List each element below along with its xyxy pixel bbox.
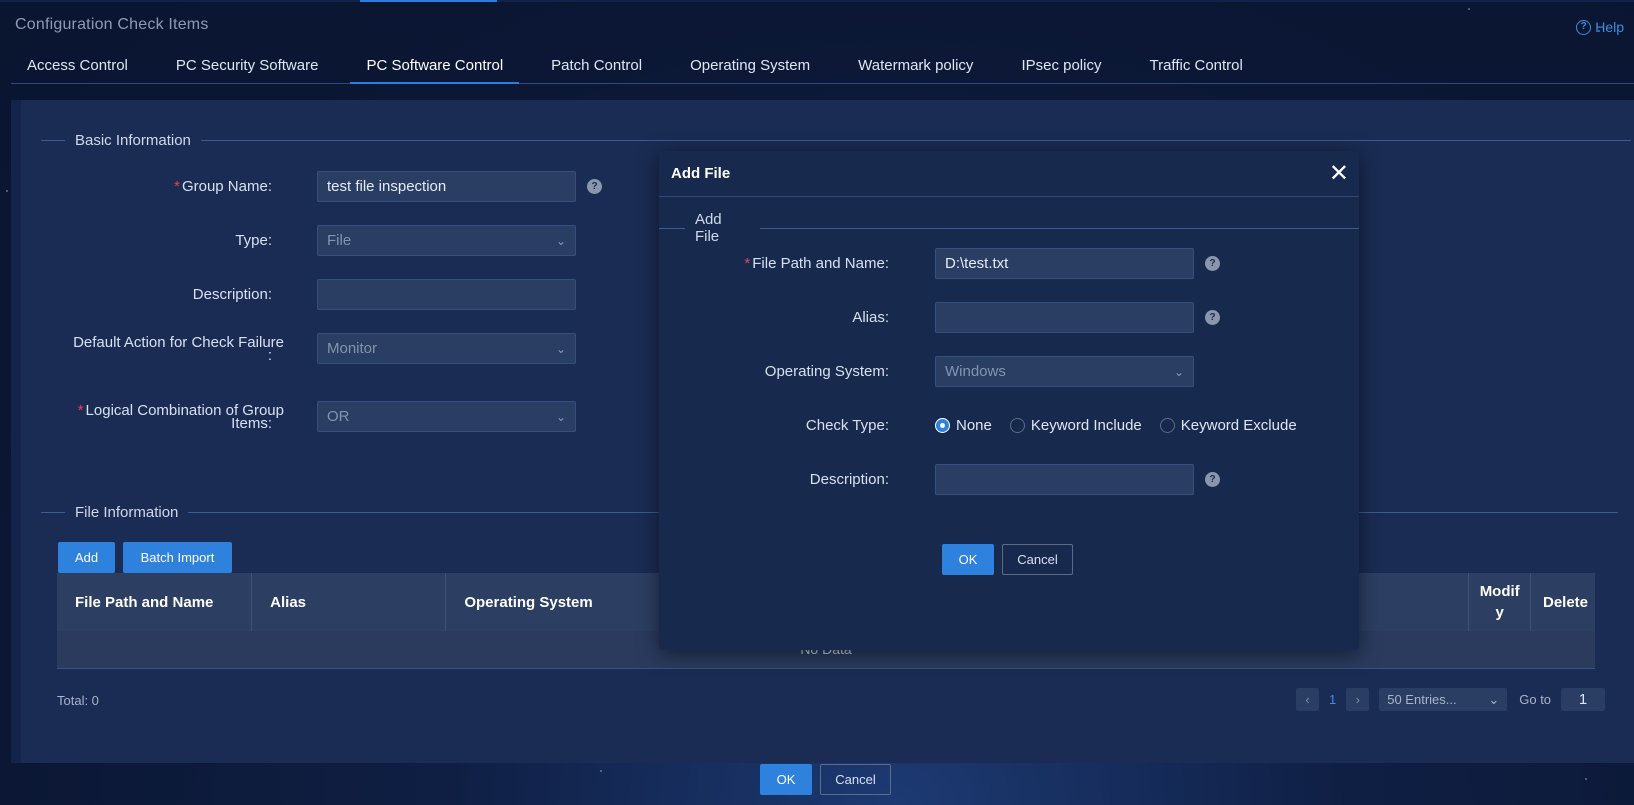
group-name-row: * Group Name: test file inspection ? — [40, 171, 602, 202]
group-name-field[interactable]: test file inspection — [317, 171, 576, 202]
modal-description-row: Description: ? — [659, 464, 1220, 495]
star-decoration — [1585, 778, 1587, 780]
prev-page-button[interactable]: ‹ — [1296, 688, 1319, 711]
basic-info-section: Basic Information — [41, 132, 1631, 149]
tab-traffic-control[interactable]: Traffic Control — [1133, 52, 1258, 84]
pagination: ‹ 1 › 50 Entries... ⌄ Go to 1 — [1296, 688, 1606, 711]
tab-watermark-policy[interactable]: Watermark policy — [842, 52, 989, 84]
tab-pc-software-control[interactable]: PC Software Control — [350, 52, 520, 84]
description-field[interactable] — [317, 279, 576, 310]
add-file-section: Add File — [659, 211, 1359, 245]
radio-indicator — [1009, 418, 1025, 433]
default-action-row: Default Action for Check Failure : Monit… — [40, 333, 576, 364]
group-name-label: * Group Name: — [174, 178, 272, 195]
tab-operating-system[interactable]: Operating System — [674, 52, 826, 84]
description-row: Description: — [40, 279, 576, 310]
check-type-row: Check Type: None Keyword Include Keyword… — [659, 410, 1315, 441]
tab-bar: Access Control PC Security Software PC S… — [11, 52, 1634, 84]
group-name-help-icon[interactable]: ? — [587, 179, 602, 194]
radio-indicator-selected — [935, 418, 950, 433]
os-select[interactable]: Windows ⌄ — [935, 356, 1194, 387]
page-size-select[interactable]: 50 Entries... ⌄ — [1379, 688, 1508, 711]
logical-combination-label: * Logical Combination of Group Items: — [77, 401, 284, 432]
add-file-section-title: Add File — [694, 211, 722, 245]
column-alias: Alias — [252, 573, 447, 631]
help-link[interactable]: ? Help — [1576, 19, 1624, 35]
logical-combination-value: OR — [327, 408, 350, 425]
star-decoration — [6, 190, 8, 192]
star-decoration — [600, 770, 602, 772]
basic-info-title: Basic Information — [75, 132, 191, 149]
ok-button[interactable]: OK — [760, 764, 812, 795]
os-row: Operating System: Windows ⌄ — [659, 356, 1194, 387]
modal-description-field[interactable] — [935, 464, 1194, 495]
top-accent-line — [0, 0, 1634, 2]
default-action-select[interactable]: Monitor ⌄ — [317, 333, 576, 364]
description-label: Description: — [192, 286, 272, 303]
chevron-down-icon: ⌄ — [555, 409, 566, 424]
tab-pc-security-software[interactable]: PC Security Software — [160, 52, 335, 84]
type-label: Type: — [235, 232, 272, 249]
file-path-row: * File Path and Name: D:\test.txt ? — [659, 248, 1220, 279]
help-icon: ? — [1576, 19, 1592, 35]
os-value: Windows — [945, 363, 1006, 380]
file-info-title: File Information — [75, 504, 179, 521]
tab-ipsec-policy[interactable]: IPsec policy — [1005, 52, 1117, 84]
modal-description-label: Description: — [809, 471, 889, 488]
star-decoration — [1468, 8, 1470, 10]
dialog-header: Add File ✕ — [659, 151, 1359, 197]
type-row: Type: File ⌄ — [40, 225, 576, 256]
logical-combination-select[interactable]: OR ⌄ — [317, 401, 576, 432]
alias-label: Alias: — [852, 309, 889, 326]
default-action-label: Default Action for Check Failure : — [73, 333, 284, 364]
dialog-ok-button[interactable]: OK — [942, 544, 994, 575]
add-button[interactable]: Add — [58, 542, 115, 573]
alias-field[interactable] — [935, 302, 1194, 333]
alias-help-icon[interactable]: ? — [1205, 310, 1220, 325]
logical-combination-row: * Logical Combination of Group Items: OR … — [40, 401, 576, 432]
batch-import-button[interactable]: Batch Import — [123, 542, 232, 573]
current-page[interactable]: 1 — [1329, 692, 1336, 707]
file-path-label: * File Path and Name: — [744, 255, 889, 272]
type-value: File — [327, 232, 352, 249]
page-title: Configuration Check Items — [15, 16, 209, 33]
close-icon[interactable]: ✕ — [1329, 159, 1349, 188]
type-select[interactable]: File ⌄ — [317, 225, 576, 256]
dialog-title: Add File — [671, 165, 731, 182]
add-file-dialog: Add File ✕ Add File * File Path and Name:… — [659, 151, 1359, 650]
check-type-radio-group: None Keyword Include Keyword Exclude — [935, 417, 1315, 434]
help-label: Help — [1595, 19, 1624, 35]
chevron-down-icon: ⌄ — [555, 341, 566, 356]
default-action-value: Monitor — [327, 340, 378, 357]
column-delete: Delete — [1543, 593, 1589, 611]
os-label: Operating System: — [764, 363, 889, 380]
alias-row: Alias: ? — [659, 302, 1220, 333]
total-count: Total: 0 — [57, 693, 99, 708]
chevron-down-icon: ⌄ — [555, 233, 566, 248]
radio-none[interactable]: None — [935, 417, 992, 434]
goto-input[interactable]: 1 — [1561, 688, 1606, 711]
description-help-icon[interactable]: ? — [1205, 472, 1220, 487]
file-path-help-icon[interactable]: ? — [1205, 256, 1220, 271]
check-type-label: Check Type: — [805, 417, 889, 434]
file-path-field[interactable]: D:\test.txt — [935, 248, 1194, 279]
chevron-down-icon: ⌄ — [1488, 691, 1500, 707]
radio-indicator — [1159, 418, 1175, 433]
chevron-down-icon: ⌄ — [1173, 364, 1184, 379]
radio-keyword-include[interactable]: Keyword Include — [1009, 417, 1142, 434]
next-page-button[interactable]: › — [1346, 688, 1370, 711]
tab-access-control[interactable]: Access Control — [11, 52, 144, 84]
dialog-cancel-button[interactable]: Cancel — [1002, 544, 1073, 575]
column-file-path: File Path and Name — [57, 573, 253, 631]
goto-label: Go to — [1519, 692, 1552, 707]
tab-patch-control[interactable]: Patch Control — [535, 52, 658, 84]
column-modify: Modif y — [1469, 573, 1531, 631]
cancel-button[interactable]: Cancel — [820, 764, 891, 795]
radio-keyword-exclude[interactable]: Keyword Exclude — [1159, 417, 1297, 434]
